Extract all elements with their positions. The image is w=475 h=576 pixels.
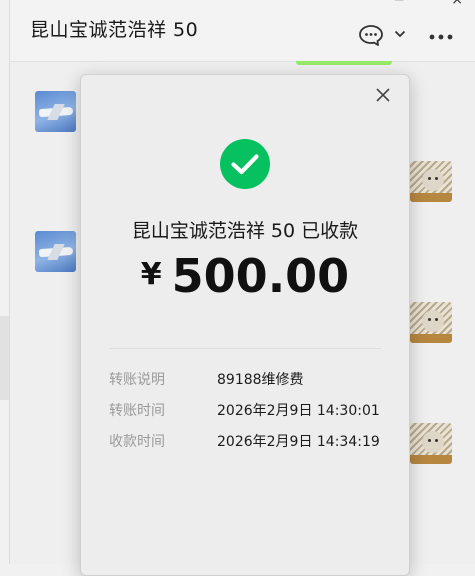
detail-label: 转账说明 <box>109 372 165 388</box>
amount-value: 500.00 <box>171 249 350 303</box>
currency-symbol: ¥ <box>140 257 162 292</box>
chat-title: 昆山宝诚范浩祥 50 <box>30 19 199 41</box>
detail-value: 2026年2月9日 14:34:19 <box>217 434 380 450</box>
avatar[interactable] <box>35 231 76 272</box>
window-close-button[interactable]: × <box>451 0 463 7</box>
speech-bubble-icon[interactable] <box>358 24 384 48</box>
divider <box>109 348 381 349</box>
minimize-button[interactable]: − <box>393 0 405 7</box>
detail-value: 89188维修费 <box>217 372 304 388</box>
avatar[interactable] <box>35 91 76 132</box>
avatar[interactable] <box>410 423 452 464</box>
chevron-down-icon[interactable] <box>394 29 406 39</box>
amount: ¥500.00 <box>81 249 409 303</box>
detail-value: 2026年2月9日 14:30:01 <box>217 403 380 419</box>
check-circle-icon <box>220 139 270 189</box>
message-bubble-edge <box>296 61 392 65</box>
transfer-receipt-dialog: 昆山宝诚范浩祥 50 已收款 ¥500.00 转账说明 89188维修费 转账时… <box>80 74 410 576</box>
avatar[interactable] <box>410 302 452 343</box>
chat-header: − × 昆山宝诚范浩祥 50 <box>10 0 475 62</box>
received-status-text: 昆山宝诚范浩祥 50 已收款 <box>131 220 359 242</box>
detail-label: 转账时间 <box>109 403 165 419</box>
more-horizontal-icon[interactable] <box>428 33 454 41</box>
close-icon[interactable] <box>373 85 393 105</box>
avatar[interactable] <box>410 161 452 202</box>
detail-label: 收款时间 <box>109 434 165 450</box>
